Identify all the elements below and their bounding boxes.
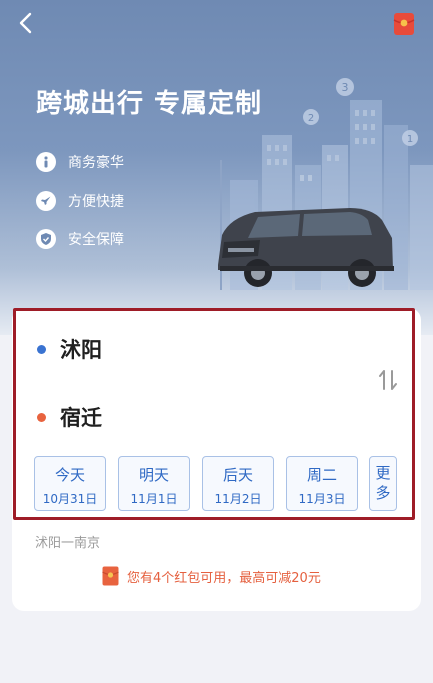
date-option-tomorrow[interactable]: 明天 11月1日 [118,456,190,511]
feature-luxury: 商务豪华 [36,151,124,173]
map-marker-2: 2 [303,109,319,125]
back-arrow-icon[interactable] [14,10,40,36]
diamond-icon [36,152,56,172]
date-option-day-after[interactable]: 后天 11月2日 [202,456,274,511]
city-van-illustration: 3 2 1 [218,78,433,290]
date-option-tuesday[interactable]: 周二 11月3日 [286,456,358,511]
recent-route-link[interactable]: 沭阳一南京 [35,532,100,551]
more-dates-button[interactable]: 更多 [369,456,397,511]
date-day-label: 今天 [54,466,85,484]
swap-cities-icon[interactable] [375,367,401,393]
svg-text:1: 1 [407,134,413,145]
date-value: 11月1日 [130,492,178,506]
origin-city[interactable]: 沭阳 [37,334,102,364]
feature-label: 商务豪华 [68,155,124,171]
date-day-label: 周二 [306,466,337,484]
map-marker-3: 3 [336,78,354,96]
destination-dot [37,412,46,422]
map-marker-1: 1 [402,130,418,146]
origin-city-name: 沭阳 [60,338,102,362]
date-day-label: 明天 [138,466,169,484]
date-value: 11月2日 [214,492,262,506]
feature-label: 方便快捷 [68,194,124,210]
destination-city[interactable]: 宿迁 [37,402,102,432]
feature-safety: 安全保障 [36,228,124,250]
rocket-icon [36,191,56,211]
feature-convenient: 方便快捷 [36,190,124,212]
date-value: 11月3日 [298,492,346,506]
shield-icon [36,229,56,249]
origin-dot [37,344,46,354]
date-day-label: 后天 [222,466,253,484]
hero-banner: 跨城出行 专属定制 商务豪华 方便快捷 安全保障 3 2 1 [0,0,433,335]
svg-text:3: 3 [342,81,349,94]
feature-label: 安全保障 [68,232,124,248]
destination-city-name: 宿迁 [60,406,102,430]
svg-text:2: 2 [308,113,314,124]
date-option-today[interactable]: 今天 10月31日 [34,456,106,511]
red-packet-icon [102,566,119,586]
red-packet-icon[interactable] [393,12,415,36]
date-value: 10月31日 [42,492,98,506]
promo-text: 您有4个红包可用，最高可减20元 [127,570,321,586]
red-packet-promo[interactable]: 您有4个红包可用，最高可减20元 [102,566,321,586]
